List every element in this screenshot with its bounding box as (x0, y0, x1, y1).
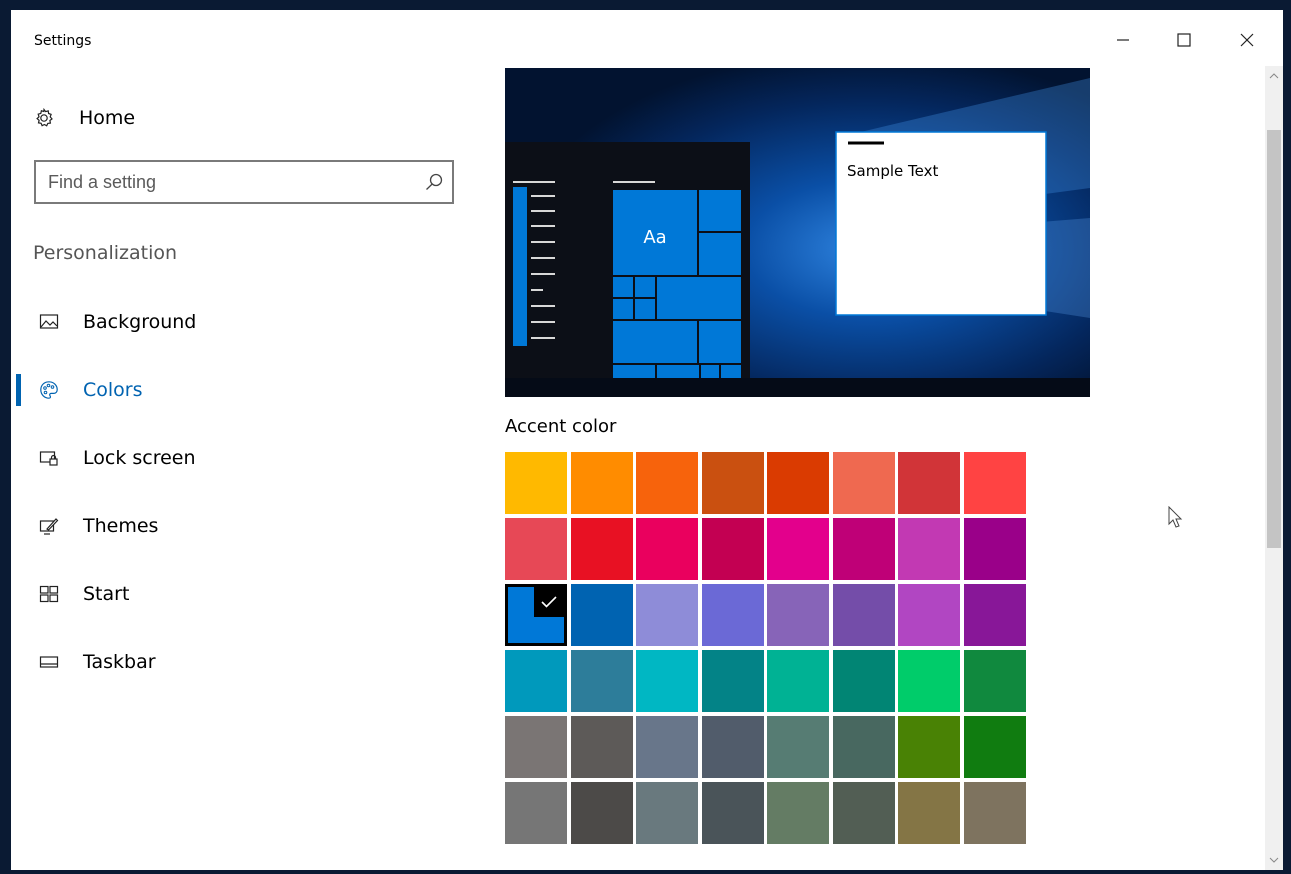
lock-screen-icon (39, 451, 58, 466)
color-swatch[interactable] (505, 782, 567, 844)
color-swatch[interactable] (963, 716, 1026, 778)
color-swatch[interactable] (963, 518, 1026, 580)
home-link[interactable]: Home (33, 106, 135, 130)
color-swatch[interactable] (570, 584, 633, 646)
sidebar-item-lock-screen[interactable]: Lock screen (11, 436, 481, 480)
color-swatch[interactable] (898, 716, 960, 778)
chevron-up-icon (1269, 73, 1279, 79)
color-swatch[interactable] (505, 518, 567, 580)
home-label: Home (79, 107, 136, 129)
preview-image: Aa Sample Text (505, 68, 1090, 397)
close-button[interactable] (1215, 20, 1279, 60)
accent-color-title: Accent color (505, 416, 617, 437)
scroll-thumb[interactable] (1267, 130, 1281, 548)
color-swatch[interactable] (963, 782, 1026, 844)
color-swatch[interactable] (570, 518, 633, 580)
checkmark-icon (534, 587, 564, 617)
minimize-button[interactable] (1091, 20, 1155, 60)
sidebar-item-label: Background (83, 311, 197, 333)
color-swatch[interactable] (898, 782, 960, 844)
color-swatch[interactable] (832, 650, 895, 712)
color-swatch[interactable] (636, 716, 698, 778)
color-swatch[interactable] (767, 782, 829, 844)
color-swatch[interactable] (570, 452, 633, 514)
maximize-icon (1177, 33, 1191, 47)
sidebar-item-background[interactable]: Background (11, 300, 481, 344)
sidebar: Home Personalization Background (11, 66, 481, 870)
settings-window: Settings Home Per (11, 10, 1283, 870)
color-swatch[interactable] (898, 518, 960, 580)
search-box[interactable] (34, 160, 454, 204)
color-swatch[interactable] (898, 650, 960, 712)
color-swatch[interactable] (898, 452, 960, 514)
color-swatch[interactable] (505, 650, 567, 712)
sidebar-item-start[interactable]: Start (11, 572, 481, 616)
color-swatch[interactable] (701, 518, 764, 580)
color-swatch[interactable] (767, 650, 829, 712)
color-swatch[interactable] (636, 650, 698, 712)
sidebar-item-label: Start (83, 583, 130, 605)
color-swatch[interactable] (832, 518, 895, 580)
color-swatch[interactable] (701, 716, 764, 778)
themes-icon (39, 518, 59, 535)
sidebar-item-label: Colors (83, 379, 143, 401)
color-swatch[interactable] (963, 452, 1026, 514)
color-swatch[interactable] (767, 584, 829, 646)
color-swatch[interactable] (636, 584, 698, 646)
palette-icon (40, 381, 58, 399)
color-swatch[interactable] (701, 584, 764, 646)
color-swatch[interactable] (636, 782, 698, 844)
color-swatch[interactable] (832, 782, 895, 844)
color-swatch[interactable] (701, 782, 764, 844)
sidebar-item-label: Lock screen (83, 447, 196, 469)
title-bar[interactable]: Settings (11, 10, 1283, 66)
preview-tile-text: Aa (643, 227, 666, 248)
sidebar-item-label: Taskbar (83, 651, 156, 673)
picture-icon (39, 314, 59, 329)
search-input[interactable] (48, 162, 418, 202)
color-swatch[interactable] (636, 518, 698, 580)
color-swatch[interactable] (701, 452, 764, 514)
selection-indicator (16, 374, 21, 406)
color-swatch[interactable] (570, 650, 633, 712)
window-title: Settings (34, 33, 92, 49)
maximize-button[interactable] (1152, 20, 1216, 60)
close-icon (1240, 33, 1254, 47)
start-tiles-icon (39, 585, 59, 603)
color-swatch[interactable] (505, 452, 567, 514)
chevron-down-icon (1269, 857, 1279, 863)
sidebar-item-label: Themes (83, 515, 159, 537)
color-swatch[interactable] (767, 452, 829, 514)
scroll-down-button[interactable] (1265, 852, 1283, 868)
color-swatch[interactable] (570, 716, 633, 778)
color-swatch[interactable] (898, 584, 960, 646)
minimize-icon (1117, 39, 1129, 41)
color-swatch[interactable] (832, 452, 895, 514)
theme-preview: Aa Sample Text (505, 68, 1090, 397)
color-swatch[interactable] (505, 716, 567, 778)
color-swatch[interactable] (767, 518, 829, 580)
content-pane: Aa Sample Text Accent color (505, 68, 1265, 870)
section-title: Personalization (33, 242, 178, 264)
color-swatch[interactable] (963, 584, 1026, 646)
scrollbar[interactable] (1265, 66, 1283, 870)
taskbar-icon (39, 656, 59, 668)
color-swatch[interactable] (832, 716, 895, 778)
sidebar-item-colors[interactable]: Colors (11, 368, 481, 412)
sidebar-item-taskbar[interactable]: Taskbar (11, 640, 481, 684)
color-swatch[interactable] (636, 452, 698, 514)
scroll-up-button[interactable] (1265, 68, 1283, 84)
sidebar-item-themes[interactable]: Themes (11, 504, 481, 548)
color-swatch[interactable] (832, 584, 895, 646)
color-swatch[interactable] (505, 584, 567, 646)
preview-sample-text: Sample Text (847, 162, 938, 180)
color-swatch[interactable] (963, 650, 1026, 712)
color-swatch[interactable] (570, 782, 633, 844)
search-icon[interactable] (424, 172, 444, 192)
color-swatch[interactable] (767, 716, 829, 778)
gear-icon (36, 107, 53, 127)
color-swatch[interactable] (701, 650, 764, 712)
mouse-cursor-icon (1168, 506, 1183, 528)
